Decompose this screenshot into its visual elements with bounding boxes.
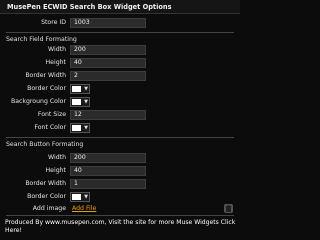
store-id-label: Store ID xyxy=(41,19,66,26)
sf-background-color-picker[interactable]: ▼ xyxy=(70,97,90,107)
sb-height-input[interactable]: 40 xyxy=(70,166,146,176)
sb-border-width-label: Border Width xyxy=(25,180,66,187)
sb-height-row: Height xyxy=(0,166,66,177)
add-file-link[interactable]: Add File xyxy=(72,205,96,212)
sf-border-width-row: Border Width xyxy=(0,71,66,82)
trash-icon xyxy=(225,205,232,212)
sf-background-color-label: Backgroung Color xyxy=(10,98,66,105)
chevron-down-icon: ▼ xyxy=(84,99,88,105)
sf-border-width-label: Border Width xyxy=(25,72,66,79)
sf-font-size-label: Font Size xyxy=(37,111,66,118)
sf-border-color-picker[interactable]: ▼ xyxy=(70,84,90,94)
color-swatch xyxy=(72,99,81,105)
sf-width-row: Width xyxy=(0,45,66,56)
sb-width-row: Width xyxy=(0,153,66,164)
sf-font-color-picker[interactable]: ▼ xyxy=(70,123,90,133)
sb-width-input[interactable]: 200 xyxy=(70,153,146,163)
sf-height-row: Height xyxy=(0,58,66,69)
color-swatch xyxy=(72,194,81,200)
sb-add-image-row: Add image xyxy=(0,204,66,215)
sf-width-input[interactable]: 200 xyxy=(70,45,146,55)
footer-credit-link[interactable]: Produced By www.musepen.com, Visit the s… xyxy=(5,219,237,235)
sb-border-width-input[interactable]: 1 xyxy=(70,179,146,189)
sb-add-image-label: Add image xyxy=(32,205,66,212)
sf-font-size-row: Font Size xyxy=(0,110,66,121)
sf-width-label: Width xyxy=(48,46,66,53)
sb-border-width-row: Border Width xyxy=(0,179,66,190)
sf-border-width-input[interactable]: 2 xyxy=(70,71,146,81)
color-swatch xyxy=(72,86,81,92)
search-field-heading: Search Field Formating xyxy=(6,36,77,43)
store-id-row: Store ID xyxy=(0,18,66,29)
delete-image-button[interactable] xyxy=(224,204,233,213)
sb-border-color-label: Border Color xyxy=(27,193,66,200)
store-id-input[interactable]: 1003 xyxy=(70,18,146,28)
color-swatch xyxy=(72,125,81,131)
sb-border-color-row: Border Color xyxy=(0,192,66,203)
sb-width-label: Width xyxy=(48,154,66,161)
sf-font-color-label: Font Color xyxy=(34,124,66,131)
widget-title-bar: MusePen ECWID Search Box Widget Options xyxy=(0,0,240,14)
chevron-down-icon: ▼ xyxy=(84,194,88,200)
chevron-down-icon: ▼ xyxy=(84,86,88,92)
sb-height-label: Height xyxy=(45,167,66,174)
sf-border-color-label: Border Color xyxy=(27,85,66,92)
sf-background-color-row: Backgroung Color xyxy=(0,97,66,108)
chevron-down-icon: ▼ xyxy=(84,125,88,131)
divider xyxy=(6,215,234,216)
search-button-heading: Search Button Formating xyxy=(6,141,84,148)
divider xyxy=(6,32,234,33)
sf-font-size-input[interactable]: 12 xyxy=(70,110,146,120)
divider xyxy=(6,137,234,138)
sb-border-color-picker[interactable]: ▼ xyxy=(70,192,90,202)
widget-title: MusePen ECWID Search Box Widget Options xyxy=(7,3,172,11)
sf-border-color-row: Border Color xyxy=(0,84,66,95)
sf-height-input[interactable]: 40 xyxy=(70,58,146,68)
sf-height-label: Height xyxy=(45,59,66,66)
sf-font-color-row: Font Color xyxy=(0,123,66,134)
